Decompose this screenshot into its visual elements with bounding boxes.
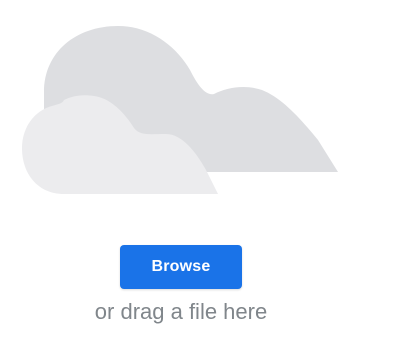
drag-hint-text: or drag a file here [94,299,268,324]
file-drop-zone[interactable]: Browse or drag a file here [0,0,402,340]
browse-button[interactable]: Browse [120,245,242,289]
cloud-icon [22,26,338,194]
